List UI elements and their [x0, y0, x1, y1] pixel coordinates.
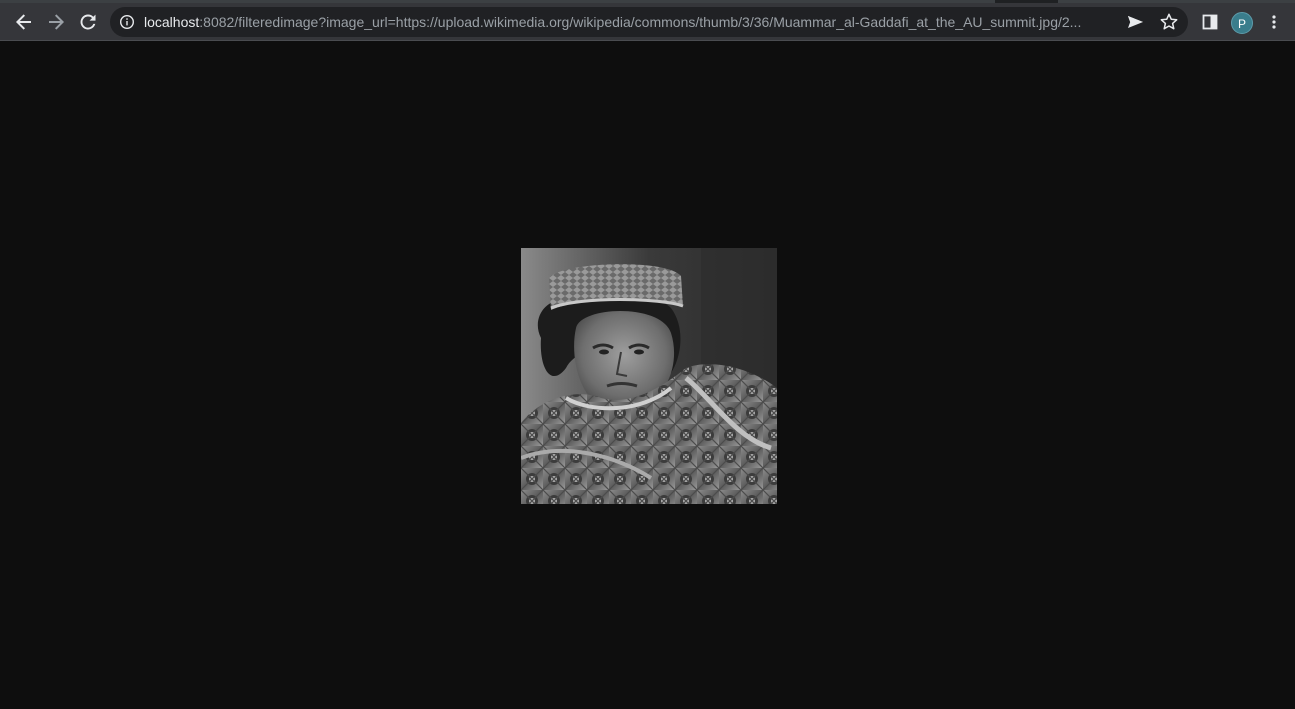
side-panel-button[interactable] — [1194, 6, 1226, 38]
address-bar[interactable]: localhost:8082/filteredimage?image_url=h… — [110, 7, 1188, 37]
back-button[interactable] — [8, 6, 40, 38]
filtered-image[interactable] — [521, 248, 777, 504]
url-path: :8082/filteredimage?image_url=https://up… — [199, 14, 1082, 30]
kebab-menu-icon — [1266, 14, 1282, 30]
info-icon[interactable] — [119, 14, 135, 30]
menu-button[interactable] — [1258, 6, 1290, 38]
arrow-left-icon — [15, 13, 33, 31]
browser-toolbar: localhost:8082/filteredimage?image_url=h… — [0, 3, 1295, 41]
reload-icon — [79, 13, 97, 31]
arrow-right-icon — [47, 13, 65, 31]
browser-window: localhost:8082/filteredimage?image_url=h… — [0, 0, 1295, 709]
star-icon[interactable] — [1159, 12, 1179, 32]
side-panel-icon — [1202, 14, 1218, 30]
page-viewport — [0, 41, 1295, 709]
url-text[interactable]: localhost:8082/filteredimage?image_url=h… — [144, 7, 1086, 37]
forward-button[interactable] — [40, 6, 72, 38]
reload-button[interactable] — [72, 6, 104, 38]
send-icon[interactable] — [1125, 12, 1145, 32]
profile-avatar[interactable]: P — [1231, 12, 1253, 34]
url-host: localhost — [144, 14, 200, 30]
